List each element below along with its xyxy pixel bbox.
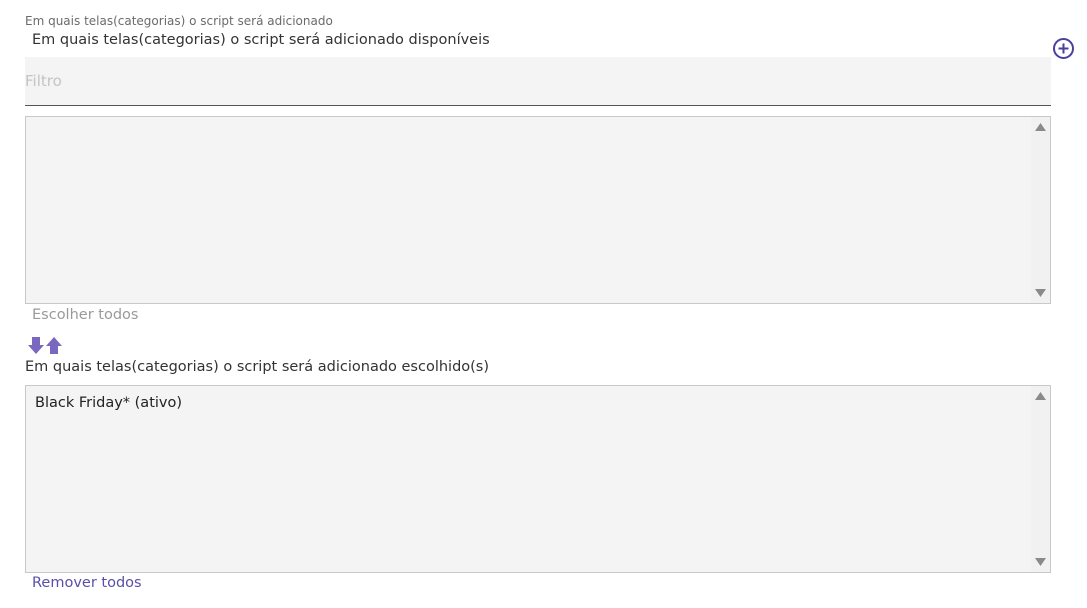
move-buttons — [28, 337, 64, 354]
scroll-down-button[interactable] — [1031, 552, 1050, 572]
scroll-up-button[interactable] — [1031, 386, 1050, 406]
filter-input[interactable] — [25, 57, 1051, 106]
remove-all-link[interactable]: Remover todos — [32, 575, 142, 591]
available-items — [26, 117, 1030, 303]
arrow-up-icon[interactable] — [46, 337, 62, 354]
triangle-up-icon — [1035, 392, 1046, 400]
category-selector-widget: Em quais telas(categorias) o script será… — [0, 0, 1087, 608]
choose-all-link[interactable]: Escolher todos — [32, 307, 138, 323]
selected-listbox[interactable]: Black Friday* (ativo) — [25, 385, 1051, 573]
scroll-up-button[interactable] — [1031, 117, 1050, 137]
available-listbox[interactable] — [25, 116, 1051, 304]
available-list-label: Em quais telas(categorias) o script será… — [32, 32, 490, 48]
selected-items: Black Friday* (ativo) — [26, 386, 1030, 572]
scroll-down-button[interactable] — [1031, 283, 1050, 303]
selected-list-label: Em quais telas(categorias) o script será… — [25, 359, 490, 375]
plus-circle-icon[interactable] — [1052, 37, 1075, 60]
field-label: Em quais telas(categorias) o script será… — [25, 14, 333, 28]
list-item[interactable]: Black Friday* (ativo) — [35, 394, 1021, 412]
arrow-down-icon[interactable] — [28, 337, 44, 354]
triangle-up-icon — [1035, 123, 1046, 131]
triangle-down-icon — [1035, 558, 1046, 566]
scrollbar[interactable] — [1031, 117, 1050, 303]
scrollbar[interactable] — [1031, 386, 1050, 572]
triangle-down-icon — [1035, 289, 1046, 297]
